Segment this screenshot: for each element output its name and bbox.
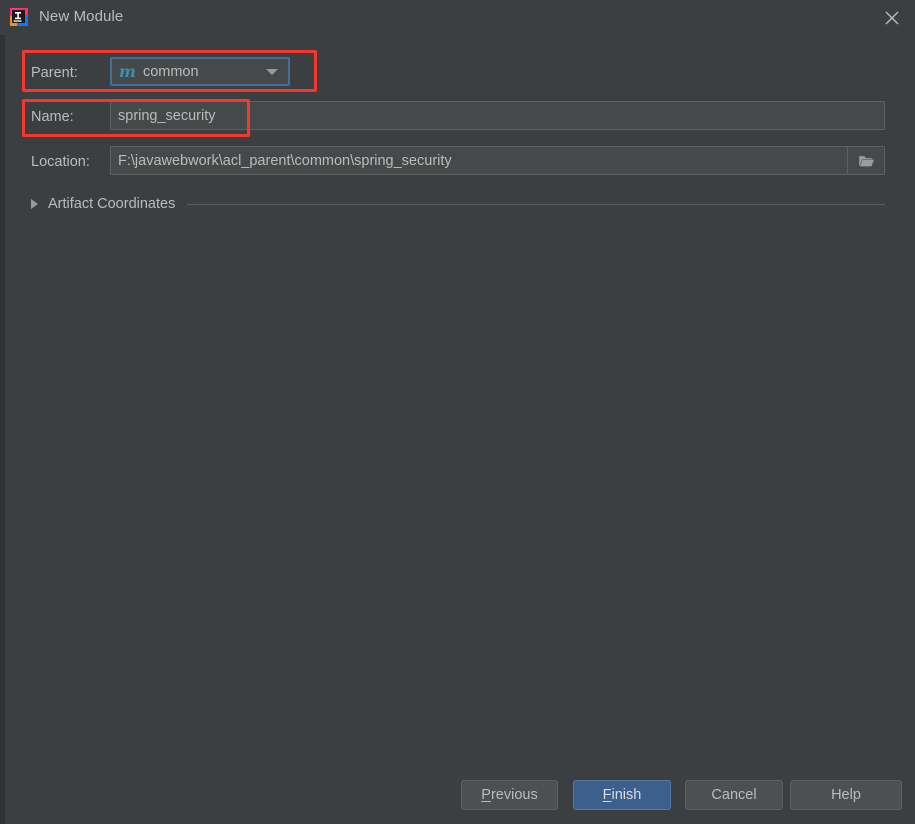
location-input[interactable] [110, 146, 847, 175]
window-title: New Module [39, 8, 124, 25]
maven-module-icon: m [119, 61, 136, 81]
parent-selected-value: common [142, 63, 199, 80]
finish-button-label-rest: inish [611, 787, 642, 803]
intellij-idea-icon [9, 7, 29, 27]
title-bar: New Module [0, 0, 915, 35]
finish-mnemonic: F [602, 787, 612, 803]
chevron-down-icon[interactable] [266, 68, 278, 75]
module-form: Parent: m common Name: Location: Artifac… [0, 35, 915, 770]
close-icon[interactable] [869, 0, 915, 35]
dialog-button-bar: Previous Finish Cancel Help [0, 770, 915, 824]
previous-button[interactable]: Previous [461, 780, 558, 810]
name-input[interactable] [110, 101, 885, 130]
triangle-right-icon[interactable] [31, 199, 38, 209]
artifact-coordinates-label: Artifact Coordinates [48, 196, 176, 212]
location-label: Location: [31, 154, 90, 170]
parent-label: Parent: [31, 65, 78, 81]
section-separator [187, 203, 885, 205]
finish-button[interactable]: Finish [573, 780, 671, 810]
artifact-coordinates-section[interactable]: Artifact Coordinates [31, 193, 885, 215]
browse-folder-button[interactable] [847, 146, 885, 175]
name-label: Name: [31, 109, 74, 125]
parent-combobox[interactable]: m common [110, 57, 290, 86]
cancel-button[interactable]: Cancel [685, 780, 783, 810]
folder-icon [858, 155, 874, 166]
previous-mnemonic: P [481, 787, 491, 803]
previous-button-label-rest: revious [490, 787, 538, 803]
help-button[interactable]: Help [790, 780, 902, 810]
